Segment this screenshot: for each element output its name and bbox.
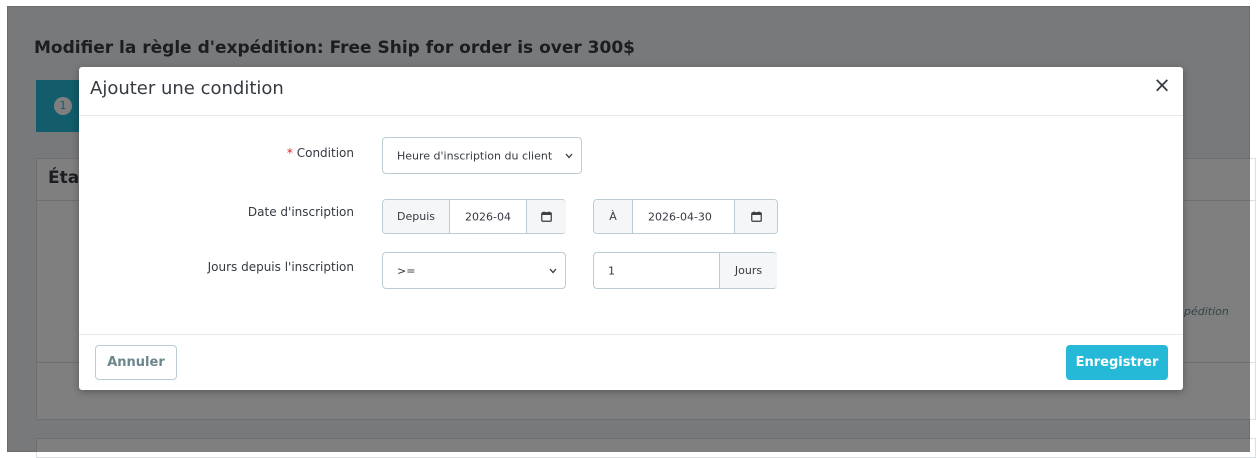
days-since-label: Jours depuis l'inscription	[207, 260, 354, 274]
registration-date-label: Date d'inscription	[247, 205, 354, 219]
close-icon[interactable]: ×	[1151, 74, 1173, 96]
operator-select-value: >=	[397, 264, 416, 277]
date-to-addon: À	[594, 200, 633, 233]
chevron-down-icon	[565, 153, 573, 158]
condition-label-text: Condition	[296, 146, 354, 160]
chevron-down-icon	[549, 268, 557, 273]
date-to-group: À 2026-04-30	[593, 199, 778, 234]
date-from-group: Depuis 2026-04	[382, 199, 566, 234]
add-condition-modal: Ajouter une condition × * Condition Heur…	[79, 67, 1183, 390]
modal-header: Ajouter une condition ×	[79, 67, 1183, 116]
cancel-button[interactable]: Annuler	[95, 345, 177, 380]
condition-select[interactable]: Heure d'inscription du client	[382, 137, 582, 174]
operator-select[interactable]: >=	[382, 252, 566, 289]
modal-title: Ajouter une condition	[90, 78, 284, 99]
calendar-icon	[541, 211, 552, 222]
condition-select-value: Heure d'inscription du client	[397, 149, 553, 162]
date-from-input[interactable]: 2026-04	[465, 210, 511, 223]
date-from-addon: Depuis	[383, 200, 450, 233]
date-from-calendar-button[interactable]	[526, 200, 566, 233]
modal-footer	[79, 334, 1183, 391]
date-to-calendar-button[interactable]	[734, 200, 777, 233]
required-mark: *	[286, 146, 293, 160]
save-button[interactable]: Enregistrer	[1066, 345, 1168, 380]
calendar-icon	[750, 211, 762, 222]
days-unit-addon: Jours	[719, 253, 777, 288]
condition-label: * Condition	[287, 146, 354, 160]
days-input-group: 1 Jours	[593, 252, 777, 289]
days-input[interactable]: 1	[608, 264, 615, 277]
date-to-input[interactable]: 2026-04-30	[648, 210, 712, 223]
